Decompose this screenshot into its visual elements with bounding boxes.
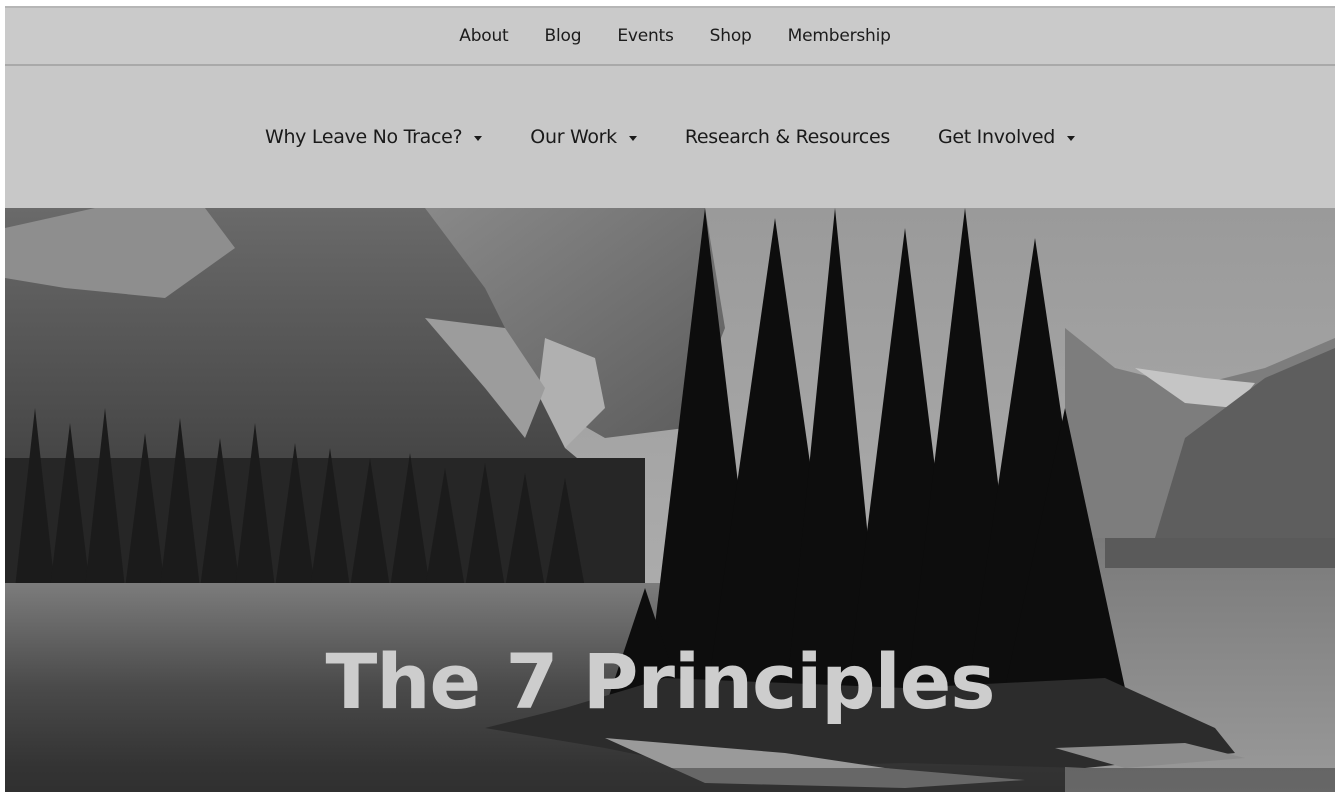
utility-link-events[interactable]: Events bbox=[617, 26, 674, 46]
utility-link-membership[interactable]: Membership bbox=[788, 26, 891, 46]
hero-banner: The 7 Principles bbox=[5, 208, 1335, 792]
nav-item-our-work[interactable]: Our Work bbox=[530, 126, 637, 148]
nav-item-label: Why Leave No Trace? bbox=[264, 126, 463, 148]
hero-title: The 7 Principles bbox=[325, 636, 996, 726]
caret-down-icon bbox=[1067, 135, 1076, 141]
nav-item-label: Research & Resources bbox=[684, 126, 890, 148]
nav-item-get-involved[interactable]: Get Involved bbox=[937, 126, 1076, 148]
caret-down-icon bbox=[474, 135, 483, 141]
utility-link-blog[interactable]: Blog bbox=[545, 26, 582, 46]
utility-link-shop[interactable]: Shop bbox=[710, 26, 752, 46]
nav-item-why-leave-no-trace[interactable]: Why Leave No Trace? bbox=[264, 126, 483, 148]
nav-item-research-resources[interactable]: Research & Resources bbox=[685, 126, 890, 148]
nav-item-label: Our Work bbox=[530, 126, 617, 148]
nav-item-label: Get Involved bbox=[937, 126, 1056, 148]
browser-viewport: About Blog Events Shop Membership Why Le… bbox=[5, 6, 1335, 792]
main-nav: Why Leave No Trace? Our Work Research & … bbox=[5, 66, 1335, 208]
caret-down-icon bbox=[628, 135, 637, 141]
utility-nav: About Blog Events Shop Membership bbox=[5, 6, 1335, 66]
utility-link-about[interactable]: About bbox=[459, 26, 508, 46]
